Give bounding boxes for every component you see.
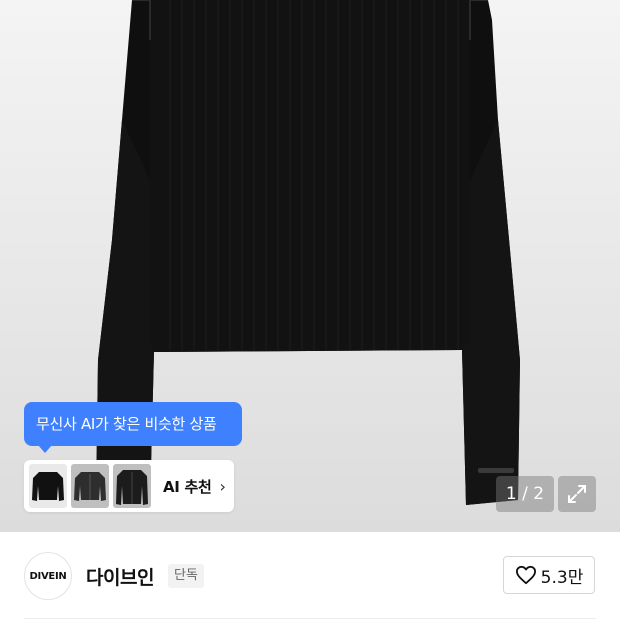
exclusive-badge: 단독 (168, 564, 204, 588)
charcoal-cardigan-thumb[interactable] (71, 464, 109, 508)
like-count: 5.3만 (540, 567, 584, 588)
brand-row: DIVEIN 다이브인 단독 5.3만 (0, 532, 620, 620)
brand-logo-text: DIVEIN (29, 570, 67, 582)
brand-name[interactable]: 다이브인 (86, 563, 154, 590)
divider (24, 618, 596, 619)
ai-recommend-card[interactable]: AI 추천 › (24, 460, 234, 512)
product-garment-image (96, 0, 520, 505)
black-cardigan-thumb[interactable] (113, 464, 151, 508)
like-button[interactable]: 5.3만 (503, 556, 595, 594)
expand-icon (568, 485, 586, 503)
tooltip-tail (38, 445, 52, 453)
product-image[interactable]: 무신사 AI가 찾은 비슷한 상품 AI 추천 › 1 / 2 (0, 0, 620, 532)
ai-tooltip-text: 무신사 AI가 찾은 비슷한 상품 (36, 415, 217, 433)
ai-similar-tooltip[interactable]: 무신사 AI가 찾은 비슷한 상품 (24, 402, 242, 453)
black-sweater-thumb[interactable] (29, 464, 67, 508)
chevron-right-icon: › (219, 476, 226, 496)
heart-icon (515, 565, 536, 585)
ai-recommend-label: AI 추천 (163, 477, 212, 496)
expand-button[interactable] (558, 476, 596, 512)
image-pager: 1 / 2 (496, 476, 554, 512)
brand-logo[interactable]: DIVEIN (24, 552, 72, 600)
